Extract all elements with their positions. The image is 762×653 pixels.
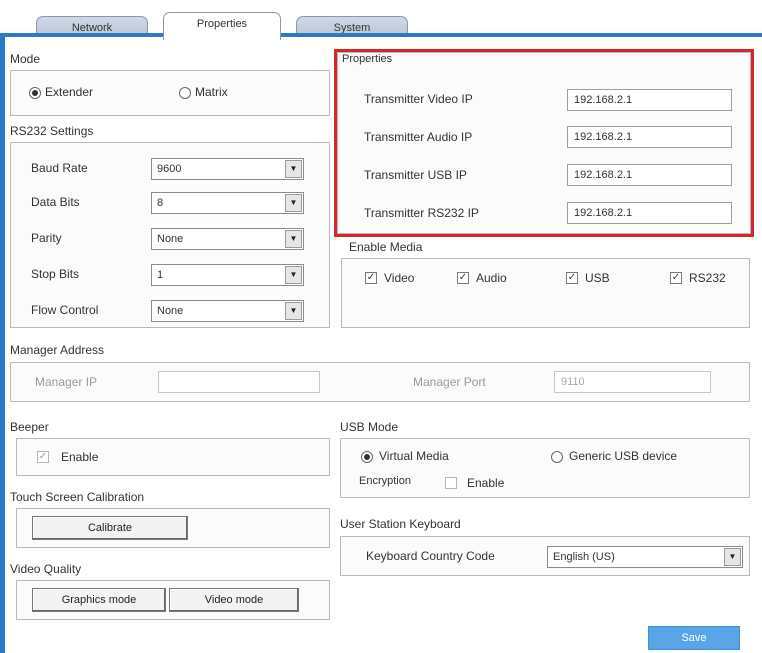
data-bits-label: Data Bits (31, 195, 80, 209)
flow-control-value: None (157, 305, 184, 317)
chevron-down-icon[interactable]: ▼ (285, 266, 302, 284)
encryption-label: Encryption (359, 475, 411, 487)
generic-usb-label: Generic USB device (569, 449, 678, 463)
mode-title: Mode (10, 52, 41, 66)
virtual-media-label: Virtual Media (379, 449, 449, 463)
manager-title: Manager Address (10, 343, 105, 357)
highlight-frame (334, 49, 754, 237)
parity-value: None (157, 233, 184, 245)
video-quality-box: Graphics mode Video mode (16, 580, 330, 620)
chevron-down-icon[interactable]: ▼ (285, 230, 302, 248)
manager-port-label: Manager Port (413, 375, 486, 389)
touch-title: Touch Screen Calibration (10, 490, 145, 504)
mode-extender-radio[interactable] (29, 87, 41, 99)
beeper-title: Beeper (10, 420, 49, 434)
beeper-enable-label: Enable (61, 450, 99, 464)
manager-box: Manager IP Manager Port 9110 (10, 362, 750, 402)
stop-bits-label: Stop Bits (31, 267, 80, 281)
mode-matrix-label: Matrix (195, 85, 228, 99)
baud-rate-label: Baud Rate (31, 161, 88, 175)
graphics-mode-button[interactable]: Graphics mode (32, 588, 166, 612)
audio-checkbox[interactable]: ✓ (457, 272, 469, 284)
keyboard-box: Keyboard Country Code English (US) ▼ (340, 536, 750, 576)
chevron-down-icon[interactable]: ▼ (285, 160, 302, 178)
touch-box: Calibrate (16, 508, 330, 548)
beeper-enable-checkbox[interactable]: ✓ (37, 451, 49, 463)
audio-label: Audio (476, 271, 507, 285)
parity-label: Parity (31, 231, 62, 245)
keyboard-country-value: English (US) (553, 551, 615, 563)
mode-extender-label: Extender (45, 85, 94, 99)
rs232-label: RS232 (689, 271, 726, 285)
usb-checkbox[interactable]: ✓ (566, 272, 578, 284)
usb-mode-title: USB Mode (340, 420, 399, 434)
parity-select[interactable]: None ▼ (151, 228, 304, 250)
stop-bits-value: 1 (157, 269, 164, 281)
manager-ip-label: Manager IP (35, 375, 98, 389)
rs232-box: Baud Rate 9600 ▼ Data Bits 8 ▼ Parity No… (10, 142, 330, 328)
keyboard-country-select[interactable]: English (US) ▼ (547, 546, 743, 568)
rs232-checkbox[interactable]: ✓ (670, 272, 682, 284)
data-bits-value: 8 (157, 197, 164, 209)
calibrate-button[interactable]: Calibrate (32, 516, 188, 540)
manager-port-field[interactable]: 9110 (554, 371, 711, 393)
enable-media-box: ✓ Video ✓ Audio ✓ USB ✓ RS232 (341, 258, 750, 328)
manager-ip-field[interactable] (158, 371, 320, 393)
tab-bar: Network Properties System (0, 0, 762, 40)
save-button[interactable]: Save (648, 626, 740, 650)
rs232-title: RS232 Settings (10, 124, 94, 138)
chevron-down-icon[interactable]: ▼ (285, 194, 302, 212)
video-label: Video (384, 271, 415, 285)
video-checkbox[interactable]: ✓ (365, 272, 377, 284)
video-quality-title: Video Quality (10, 562, 82, 576)
generic-usb-radio[interactable] (551, 451, 563, 463)
flow-control-label: Flow Control (31, 303, 99, 317)
stop-bits-select[interactable]: 1 ▼ (151, 264, 304, 286)
chevron-down-icon[interactable]: ▼ (724, 548, 741, 566)
baud-rate-value: 9600 (157, 163, 182, 175)
encryption-checkbox[interactable] (445, 477, 457, 489)
tab-properties[interactable]: Properties (163, 12, 281, 40)
baud-rate-select[interactable]: 9600 ▼ (151, 158, 304, 180)
video-mode-button[interactable]: Video mode (169, 588, 299, 612)
flow-control-select[interactable]: None ▼ (151, 300, 304, 322)
usb-label: USB (585, 271, 610, 285)
mode-matrix-radio[interactable] (179, 87, 191, 99)
chevron-down-icon[interactable]: ▼ (285, 302, 302, 320)
usb-mode-box: Virtual Media Generic USB device Encrypt… (340, 438, 750, 498)
data-bits-select[interactable]: 8 ▼ (151, 192, 304, 214)
encryption-enable-label: Enable (467, 476, 505, 490)
keyboard-title: User Station Keyboard (340, 517, 461, 531)
mode-box: Extender Matrix (10, 70, 330, 116)
enable-media-title: Enable Media (349, 240, 423, 254)
virtual-media-radio[interactable] (361, 451, 373, 463)
keyboard-country-label: Keyboard Country Code (366, 549, 495, 563)
beeper-box: ✓ Enable (16, 438, 330, 476)
